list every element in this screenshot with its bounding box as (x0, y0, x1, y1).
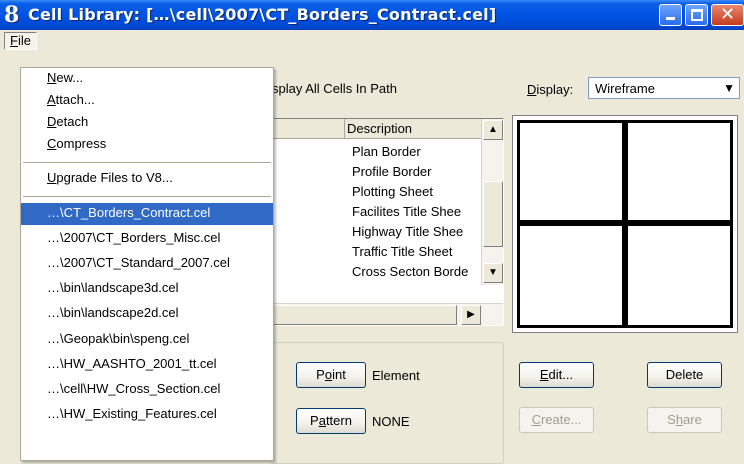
preview-quadrant (520, 226, 622, 325)
create-button[interactable]: Create... (519, 407, 594, 433)
scroll-right-button[interactable]: ▶ (461, 305, 481, 325)
title-bar[interactable]: 8 Cell Library: […\cell\2007\CT_Borders_… (0, 0, 744, 30)
close-icon: ✕ (719, 4, 736, 25)
preview-border-frame (517, 120, 733, 328)
minimize-button[interactable] (659, 4, 682, 26)
list-item[interactable]: Facilites Title Shee (352, 203, 480, 223)
file-dropdown-menu: New... Attach... Detach Compress Upgrade… (20, 67, 274, 461)
recent-file-item[interactable]: …\2007\CT_Standard_2007.cel (21, 253, 273, 275)
share-button[interactable]: Share (647, 407, 722, 433)
recent-file-item[interactable]: …\CT_Borders_Contract.cel (21, 203, 273, 225)
recent-file-item[interactable]: …\HW_AASHTO_2001_tt.cel (21, 354, 273, 376)
horizontal-scroll-thumb[interactable] (271, 305, 457, 325)
minimize-icon (666, 17, 675, 20)
column-header-description[interactable]: Description (347, 121, 412, 136)
recent-file-item[interactable]: …\cell\HW_Cross_Section.cel (21, 379, 273, 401)
list-item[interactable]: Plan Border (352, 143, 480, 163)
list-header: Description (271, 119, 481, 139)
delete-button[interactable]: Delete (647, 362, 722, 388)
list-item[interactable]: Highway Title Shee (352, 223, 480, 243)
menu-item-upgrade-files[interactable]: Upgrade Files to V8... (21, 168, 273, 190)
list-item[interactable]: Profile Border (352, 163, 480, 183)
scroll-up-icon: ▲ (488, 124, 498, 135)
point-button[interactable]: Point (296, 362, 366, 388)
menu-item-detach[interactable]: Detach (21, 112, 273, 134)
display-mode-value: Wireframe (595, 81, 655, 96)
menu-separator (23, 162, 271, 163)
menu-item-new[interactable]: New... (21, 68, 273, 90)
menu-separator (23, 196, 271, 197)
horizontal-scrollbar[interactable]: ▶ (271, 303, 503, 325)
list-item[interactable]: Plotting Sheet (352, 183, 480, 203)
maximize-icon (691, 9, 703, 21)
maximize-button[interactable] (685, 4, 708, 26)
microstation-app-icon: 8 (4, 2, 20, 28)
scroll-down-icon: ▼ (488, 267, 498, 278)
file-menu[interactable]: File (4, 32, 37, 50)
pattern-button[interactable]: Pattern (296, 408, 366, 434)
recent-file-item[interactable]: …\2007\CT_Borders_Misc.cel (21, 228, 273, 250)
edit-button[interactable]: Edit... (519, 362, 594, 388)
recent-file-item[interactable]: …\bin\landscape3d.cel (21, 278, 273, 300)
column-header-name[interactable] (271, 119, 345, 139)
point-value: Element (372, 368, 420, 383)
scroll-up-button[interactable]: ▲ (483, 120, 503, 140)
pattern-value: NONE (372, 414, 410, 429)
vertical-scrollbar[interactable]: ▲ ▼ (481, 119, 503, 285)
preview-quadrant (520, 123, 622, 220)
menu-item-attach[interactable]: Attach... (21, 90, 273, 112)
display-mode-select[interactable]: Wireframe ▼ (588, 77, 740, 99)
chevron-down-icon: ▼ (723, 81, 735, 95)
preview-quadrant (628, 123, 730, 220)
cell-list[interactable]: Description Plan Border Profile Border P… (270, 118, 504, 326)
menu-bar: File (0, 30, 744, 52)
file-menu-label: File (10, 33, 31, 48)
description-column: Plan Border Profile Border Plotting Shee… (352, 143, 480, 283)
scroll-right-icon: ▶ (467, 309, 475, 320)
window-title: Cell Library: […\cell\2007\CT_Borders_Co… (28, 5, 497, 24)
recent-file-item[interactable]: …\Geopak\bin\speng.cel (21, 329, 273, 351)
list-item[interactable]: Traffic Title Sheet (352, 243, 480, 263)
display-label: Display: (527, 82, 574, 97)
active-cells-group (270, 342, 504, 464)
scroll-down-button[interactable]: ▼ (483, 263, 503, 283)
display-all-cells-in-path-label[interactable]: splay All Cells In Path (272, 81, 397, 96)
recent-file-item[interactable]: …\HW_Existing_Features.cel (21, 404, 273, 426)
close-button[interactable]: ✕ (711, 4, 744, 26)
preview-quadrant (628, 226, 730, 325)
cell-preview (512, 115, 738, 333)
menu-item-compress[interactable]: Compress (21, 134, 273, 156)
list-item[interactable]: Cross Secton Borde (352, 263, 480, 283)
vertical-scroll-thumb[interactable] (483, 181, 503, 247)
recent-file-item[interactable]: …\bin\landscape2d.cel (21, 303, 273, 325)
